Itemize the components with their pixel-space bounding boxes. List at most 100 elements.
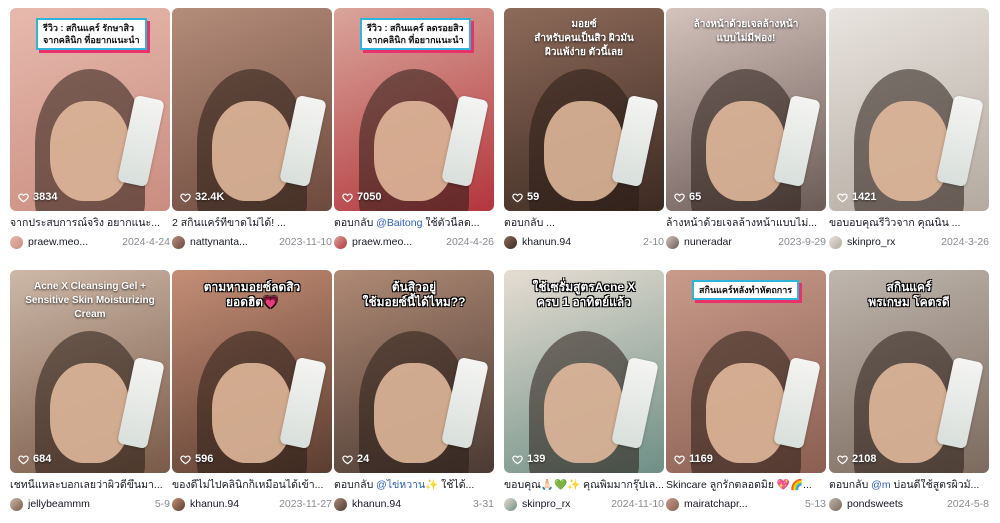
video-card[interactable]: ตามหามอยซ์ลดสิว ยอดฮิต💗 596 ของดีไม่ไปคล… — [172, 270, 332, 511]
author-name[interactable]: jellybeammm — [28, 498, 149, 510]
like-count: 1421 — [837, 191, 876, 203]
author-name[interactable]: mairatchapr... — [684, 498, 799, 510]
author-name[interactable]: khanun.94 — [190, 498, 273, 510]
video-description[interactable]: ขอบคุณ🙏🏻💚✨ คุณพิมมากรุ๊ปเล... — [504, 479, 664, 492]
author-name[interactable]: praew.meo... — [28, 236, 116, 248]
like-count: 2108 — [837, 453, 876, 465]
video-description[interactable]: ตอบกลับ @m บ่อนดีใช้สูตรผิวมั... — [829, 479, 989, 492]
video-meta: khanun.94 3-31 — [334, 497, 494, 511]
mention-link[interactable]: @ไข่หวาน — [376, 479, 425, 491]
like-count: 139 — [512, 453, 545, 465]
reply-prefix: ตอบกลับ — [334, 479, 377, 491]
video-description[interactable]: ล้างหน้าด้วยเจลล้างหน้าแบบไม่... — [666, 217, 826, 230]
author-avatar[interactable] — [666, 497, 679, 511]
author-name[interactable]: praew.meo... — [352, 236, 440, 248]
like-count: 684 — [18, 453, 51, 465]
video-card[interactable]: 32.4K 2 สกินแคร์ที่ขาดไม่ได้! ... nattyn… — [172, 8, 332, 249]
author-avatar[interactable] — [829, 497, 842, 511]
video-meta: mairatchapr... 5-13 — [666, 497, 826, 511]
video-card[interactable]: 1421 ขอบอบคุณรีวิวจาก คุณนิน ... skinpro… — [829, 8, 989, 249]
description-text: Skincare ลูกรักตลอดมิ่ย 💖🌈... — [666, 479, 812, 491]
video-thumbnail[interactable]: รีวิว : สกินแคร์ ลดรอยสิว จากคลินิก ที่อ… — [334, 8, 494, 211]
author-avatar[interactable] — [334, 235, 347, 249]
video-description[interactable]: ตอบกลับ @Baitong ใช้ตัวนี้ลด... — [334, 217, 494, 230]
like-count: 24 — [342, 453, 369, 465]
video-description[interactable]: ของดีไม่ไปคลินิกก็เหมือนได้เข้า... — [172, 479, 332, 492]
like-count-value: 24 — [357, 453, 370, 465]
post-date: 2023-11-27 — [279, 498, 332, 510]
video-thumbnail[interactable]: สกินแคร์ พรเกษม โคตรดี 2108 — [829, 270, 989, 473]
video-description[interactable]: เชทนี้แหละบอกเลยว่าผิวดีขึ้นมา... — [10, 479, 170, 492]
video-description[interactable]: จากประสบการณ์จริง อยากแนะ... — [10, 217, 170, 230]
video-meta: praew.meo... 2024-4-24 — [10, 235, 170, 249]
video-card[interactable]: สกินแคร์ พรเกษม โคตรดี 2108 ตอบกลับ @m บ… — [829, 270, 989, 511]
video-thumbnail[interactable]: สกินแคร์หลังทำหัตถการ 1169 — [666, 270, 826, 473]
person-face — [706, 101, 786, 202]
description-text: ขอบอบคุณรีวิวจาก คุณนิน ... — [829, 217, 961, 229]
author-avatar[interactable] — [10, 235, 23, 249]
video-thumbnail[interactable]: มอยซ์ สำหรับคนเป็นสิว ผิวมัน ผิวแพ้ง่าย … — [504, 8, 664, 211]
video-description[interactable]: 2 สกินแคร์ที่ขาดไม่ได้! ... — [172, 217, 332, 230]
video-card[interactable]: รีวิว : สกินแคร์ รักษาสิว จากคลินิก ที่อ… — [10, 8, 170, 249]
video-meta: pondsweets 2024-5-8 — [829, 497, 989, 511]
post-date: 2024-4-26 — [446, 236, 494, 248]
video-caption-overlay: ต้นสิวอยู่ ใช้มอยซ์นี้ได้ไหม?? — [362, 280, 466, 309]
video-description[interactable]: Skincare ลูกรักตลอดมิ่ย 💖🌈... — [666, 479, 826, 492]
author-avatar[interactable] — [829, 235, 842, 249]
video-thumbnail[interactable]: 32.4K — [172, 8, 332, 211]
video-thumbnail[interactable]: ใช้เซรั่มสูตรAcne X ครบ 1 อาทิตย์แล้ว 13… — [504, 270, 664, 473]
mention-link[interactable]: @m — [871, 479, 890, 491]
like-count: 3834 — [18, 191, 57, 203]
heart-outline-icon — [512, 192, 523, 202]
author-name[interactable]: nuneradar — [684, 236, 772, 248]
author-avatar[interactable] — [10, 497, 23, 511]
video-caption-overlay: ตามหามอยซ์ลดสิว ยอดฮิต💗 — [203, 280, 301, 309]
video-meta: nattynanta... 2023-11-10 — [172, 235, 332, 249]
video-card[interactable]: ล้างหน้าด้วยเจลล้างหน้า แบบไม่มีฟอง! 65 … — [666, 8, 826, 249]
author-name[interactable]: skinpro_rx — [522, 498, 605, 510]
like-count: 1169 — [674, 453, 713, 465]
video-thumbnail[interactable]: 1421 — [829, 8, 989, 211]
like-count-value: 1169 — [689, 453, 713, 465]
post-date: 3-31 — [472, 498, 494, 510]
video-thumbnail[interactable]: ล้างหน้าด้วยเจลล้างหน้า แบบไม่มีฟอง! 65 — [666, 8, 826, 211]
video-thumbnail[interactable]: ต้นสิวอยู่ ใช้มอยซ์นี้ได้ไหม?? 24 — [334, 270, 494, 473]
video-description[interactable]: ขอบอบคุณรีวิวจาก คุณนิน ... — [829, 217, 989, 230]
mention-link[interactable]: @Baitong — [376, 217, 422, 229]
author-avatar[interactable] — [504, 235, 517, 249]
author-name[interactable]: khanun.94 — [522, 236, 637, 248]
heart-outline-icon — [180, 454, 191, 464]
video-card[interactable]: Acne X Cleansing Gel + Sensitive Skin Mo… — [10, 270, 170, 511]
video-card[interactable]: ใช้เซรั่มสูตรAcne X ครบ 1 อาทิตย์แล้ว 13… — [504, 270, 664, 511]
heart-outline-icon — [674, 454, 685, 464]
person-face — [50, 101, 130, 202]
video-caption-overlay: สกินแคร์ พรเกษม โคตรดี — [868, 280, 950, 309]
author-name[interactable]: nattynanta... — [190, 236, 273, 248]
video-card[interactable]: สกินแคร์หลังทำหัตถการ 1169 Skincare ลูกร… — [666, 270, 826, 511]
author-avatar[interactable] — [334, 497, 347, 511]
video-description[interactable]: ตอบกลับ ... — [504, 217, 664, 230]
like-count: 7050 — [342, 191, 381, 203]
video-thumbnail[interactable]: Acne X Cleansing Gel + Sensitive Skin Mo… — [10, 270, 170, 473]
video-thumbnail[interactable]: รีวิว : สกินแคร์ รักษาสิว จากคลินิก ที่อ… — [10, 8, 170, 211]
author-name[interactable]: khanun.94 — [352, 498, 467, 510]
video-caption-overlay: สกินแคร์หลังทำหัตถการ — [692, 280, 800, 300]
post-date: 2024-5-8 — [946, 498, 989, 510]
author-name[interactable]: skinpro_rx — [847, 236, 935, 248]
author-avatar[interactable] — [666, 235, 679, 249]
video-thumbnail[interactable]: ตามหามอยซ์ลดสิว ยอดฮิต💗 596 — [172, 270, 332, 473]
video-caption-overlay: มอยซ์ สำหรับคนเป็นสิว ผิวมัน ผิวแพ้ง่าย … — [534, 19, 634, 58]
author-avatar[interactable] — [172, 497, 185, 511]
author-avatar[interactable] — [504, 497, 517, 511]
author-avatar[interactable] — [172, 235, 185, 249]
person-face — [869, 363, 949, 464]
video-card[interactable]: ต้นสิวอยู่ ใช้มอยซ์นี้ได้ไหม?? 24 ตอบกลั… — [334, 270, 494, 511]
description-text: บ่อนดีใช้สูตรผิวมั... — [890, 479, 980, 491]
video-card[interactable]: มอยซ์ สำหรับคนเป็นสิว ผิวมัน ผิวแพ้ง่าย … — [504, 8, 664, 249]
author-name[interactable]: pondsweets — [847, 498, 941, 510]
heart-outline-icon — [837, 192, 848, 202]
video-card[interactable]: รีวิว : สกินแคร์ ลดรอยสิว จากคลินิก ที่อ… — [334, 8, 494, 249]
video-description[interactable]: ตอบกลับ @ไข่หวาน✨ ใช้ได้... — [334, 479, 494, 492]
like-count-value: 3834 — [33, 191, 58, 203]
video-meta: skinpro_rx 2024-3-26 — [829, 235, 989, 249]
